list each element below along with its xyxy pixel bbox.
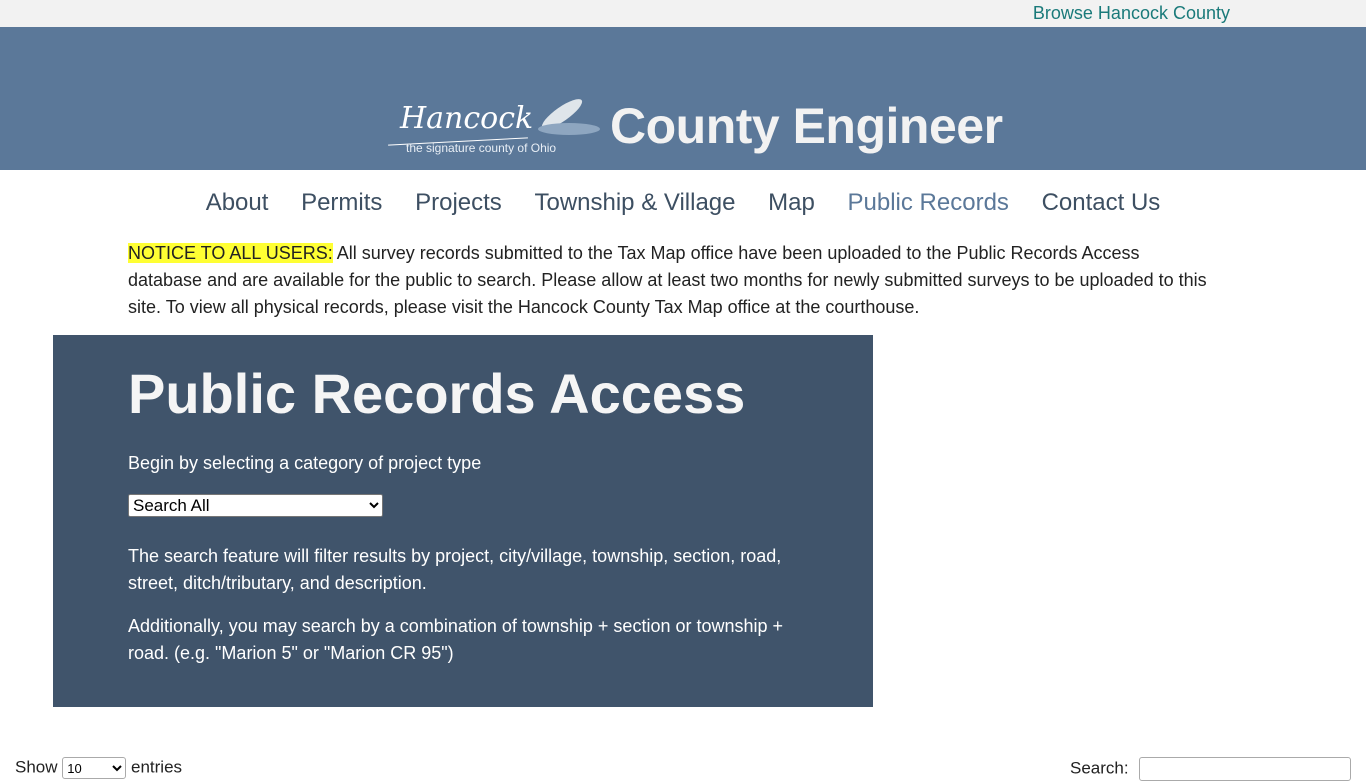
- main-nav: About Permits Projects Township & Villag…: [0, 189, 1366, 217]
- nav-contact-us[interactable]: Contact Us: [1042, 189, 1161, 216]
- hancock-logo[interactable]: Hancock the signature county of Ohio: [388, 89, 608, 159]
- table-length: Show 10 entries: [15, 757, 182, 779]
- site-title: County Engineer: [610, 98, 1003, 154]
- category-select[interactable]: Search All: [128, 494, 383, 517]
- show-label: Show: [15, 757, 58, 777]
- nav-township-village[interactable]: Township & Village: [534, 189, 735, 216]
- panel-instruction: Begin by selecting a category of project…: [128, 453, 482, 473]
- nav-about[interactable]: About: [206, 189, 269, 216]
- panel-para-2: Additionally, you may search by a combin…: [128, 616, 784, 663]
- logo-script: Hancock: [400, 101, 534, 136]
- browse-county-link[interactable]: Browse Hancock County: [1033, 3, 1230, 24]
- entries-label: entries: [131, 757, 183, 777]
- logo-tagline: the signature county of Ohio: [406, 141, 557, 155]
- nav-map[interactable]: Map: [768, 189, 815, 216]
- panel-para-1: The search feature will filter results b…: [128, 546, 782, 593]
- entries-select[interactable]: 10: [62, 757, 127, 779]
- search-label: Search:: [1070, 758, 1129, 778]
- panel-title: Public Records Access: [128, 362, 746, 425]
- nav-projects[interactable]: Projects: [415, 189, 502, 216]
- nav-public-records[interactable]: Public Records: [848, 189, 1009, 216]
- notice: NOTICE TO ALL USERS: All survey records …: [128, 240, 1218, 321]
- header-banner: Hancock the signature county of Ohio Cou…: [0, 27, 1366, 170]
- nav-permits[interactable]: Permits: [301, 189, 382, 216]
- search-input[interactable]: [1138, 757, 1351, 781]
- ohio-shape-icon: [538, 123, 600, 135]
- top-bar: Browse Hancock County: [0, 0, 1366, 27]
- public-records-panel: Public Records Access Begin by selecting…: [53, 335, 873, 707]
- notice-label: NOTICE TO ALL USERS:: [128, 243, 333, 263]
- table-search: Search:: [1070, 757, 1351, 781]
